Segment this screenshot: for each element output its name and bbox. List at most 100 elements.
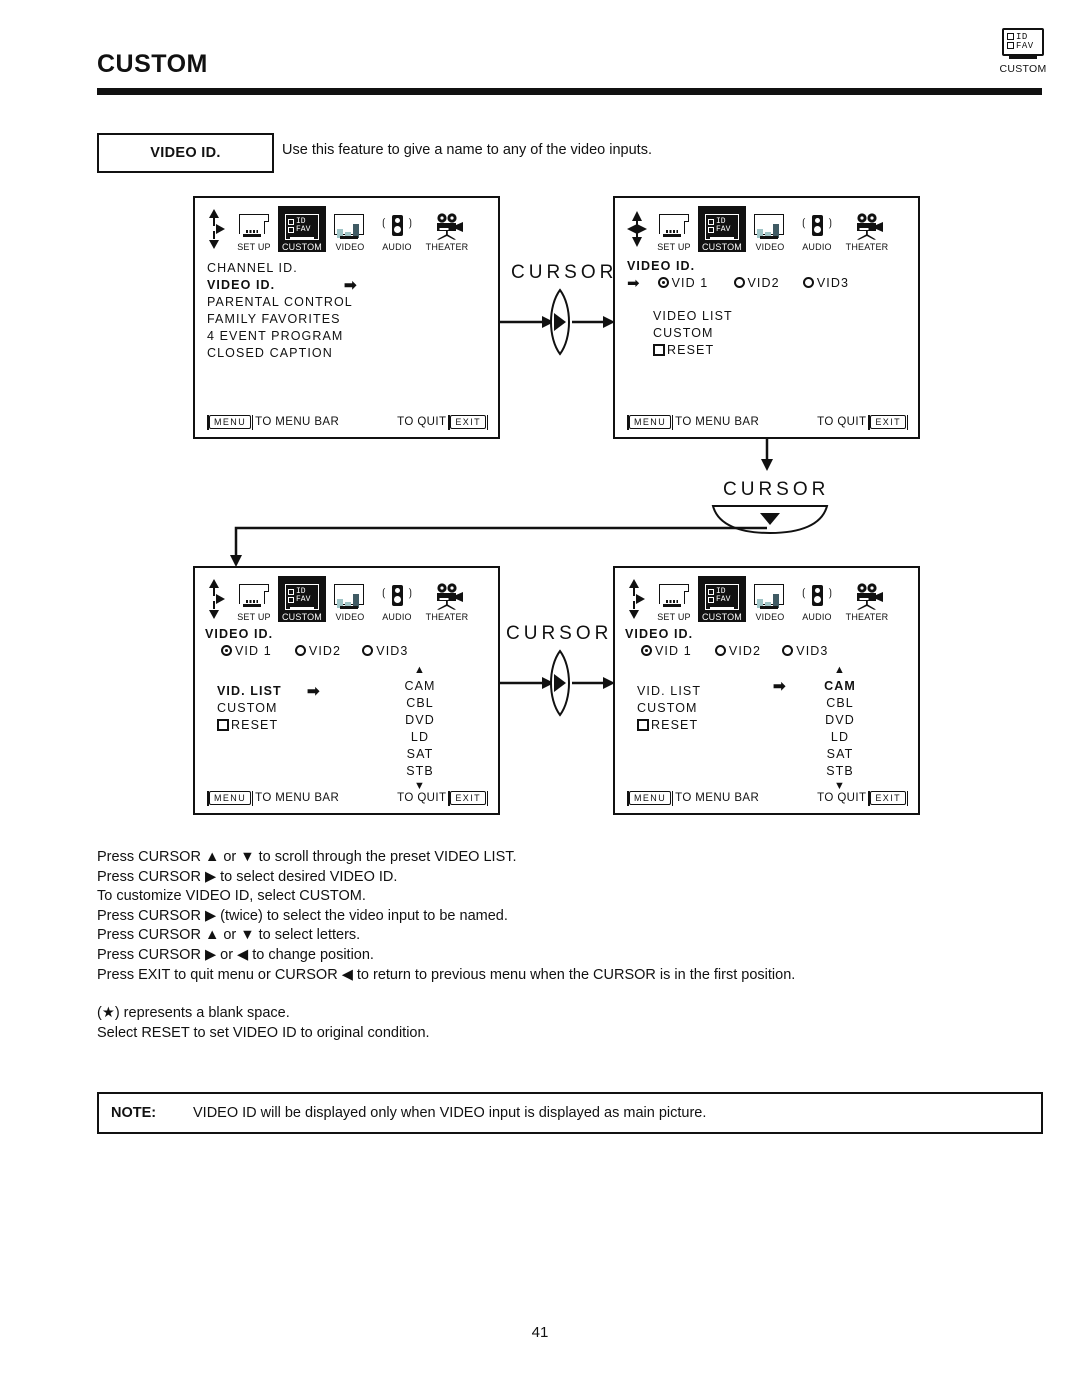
menu-list-item-parental-control[interactable]: PARENTAL CONTROL [207, 294, 353, 311]
menu-key-button[interactable]: MENU [626, 414, 674, 430]
menu-key-button[interactable]: MENU [206, 414, 254, 430]
video-list-item-sat[interactable]: SAT [815, 746, 865, 763]
radio-vid1[interactable] [657, 277, 669, 288]
video-list-item-cam[interactable]: CAM [395, 678, 445, 695]
menu-item-custom[interactable]: ID FAV CUSTOM [698, 206, 746, 252]
menu-item-audio[interactable]: ⟮ ⟯ AUDIO [794, 576, 840, 622]
feature-label: VIDEO ID. [150, 145, 221, 161]
video-input-vid3[interactable]: VID3 [782, 644, 828, 658]
right-arrow-icon: ➡ [773, 678, 787, 695]
right-arrow-icon: ➡ [627, 275, 641, 292]
menu-item-audio[interactable]: ⟮ ⟯ AUDIO [374, 206, 420, 252]
exit-key-button[interactable]: EXIT [868, 414, 908, 430]
menu-list-item-video-id-label: VIDEO ID. [207, 278, 276, 292]
radio-vid2[interactable] [733, 277, 745, 288]
option-reset[interactable]: RESET [637, 717, 701, 734]
video-input-row[interactable]: ➡ VID 1 VID2 VID3 [627, 275, 849, 292]
video-id-options[interactable]: VIDEO LIST CUSTOM RESET [653, 308, 733, 359]
exit-key-button[interactable]: EXIT [868, 790, 908, 806]
menu-bar[interactable]: SET UP ID FAV CUSTOM VIDEO ⟮ ⟯ AUDIO THE… [650, 576, 894, 622]
exit-key-button[interactable]: EXIT [448, 414, 488, 430]
video-input-vid1[interactable]: VID 1 [641, 644, 692, 658]
menu-item-custom[interactable]: ID FAV CUSTOM [278, 576, 326, 622]
video-list-item-dvd[interactable]: DVD [395, 712, 445, 729]
menu-list-item-family-favorites[interactable]: FAMILY FAVORITES [207, 311, 353, 328]
video-input-vid2[interactable]: VID2 [733, 276, 780, 290]
video-input-vid2[interactable]: VID2 [294, 644, 341, 658]
video-list-scroller[interactable]: ▲ ➡ CAM CBL DVD LD SAT STB ▼ [773, 664, 865, 794]
menu-list-item-4-event-program[interactable]: 4 EVENT PROGRAM [207, 328, 353, 345]
menu-item-setup[interactable]: SET UP [650, 576, 698, 622]
video-input-vid3[interactable]: VID3 [802, 276, 849, 290]
video-input-vid3[interactable]: VID3 [362, 644, 408, 658]
menu-item-video[interactable]: VIDEO [746, 206, 794, 252]
video-list-item-sat[interactable]: SAT [395, 746, 445, 763]
menu-item-video[interactable]: VIDEO [326, 206, 374, 252]
osd-panel-video-id-select: SET UP ID FAV CUSTOM VIDEO ⟮ ⟯ AUDIO THE… [613, 196, 920, 439]
video-list-scroller[interactable]: ▲ CAM CBL DVD LD SAT STB ▼ [395, 664, 445, 794]
radio-vid1[interactable] [641, 645, 652, 656]
video-list-item-dvd[interactable]: DVD [815, 712, 865, 729]
up-triangle-icon[interactable]: ▲ [395, 664, 445, 678]
radio-vid3[interactable] [362, 645, 374, 656]
video-input-row[interactable]: VID 1 VID2 VID3 [625, 643, 828, 660]
exit-key-button[interactable]: EXIT [448, 790, 488, 806]
menu-item-audio[interactable]: ⟮ ⟯ AUDIO [794, 206, 840, 252]
video-list-item-ld[interactable]: LD [815, 729, 865, 746]
radio-vid1[interactable] [221, 645, 232, 656]
video-list-item-cam[interactable]: ➡ CAM [773, 678, 865, 695]
video-list-item-cbl[interactable]: CBL [395, 695, 445, 712]
video-input-vid1[interactable]: VID 1 [221, 644, 272, 658]
menu-item-custom[interactable]: ID FAV CUSTOM [698, 576, 746, 622]
corner-badge-label: CUSTOM [999, 63, 1047, 75]
option-custom[interactable]: CUSTOM [637, 700, 701, 717]
menu-item-audio[interactable]: ⟮ ⟯ AUDIO [374, 576, 420, 622]
video-input-vid1[interactable]: VID 1 [657, 276, 709, 290]
custom-menu-list[interactable]: CHANNEL ID. VIDEO ID. ➡ PARENTAL CONTROL… [207, 260, 357, 362]
video-list-item-stb[interactable]: STB [815, 763, 865, 780]
menu-item-theater[interactable]: THEATER [420, 206, 474, 252]
menu-item-setup[interactable]: SET UP [230, 206, 278, 252]
menu-item-setup-label: SET UP [237, 612, 271, 622]
menu-item-theater[interactable]: THEATER [840, 206, 894, 252]
option-custom[interactable]: CUSTOM [653, 325, 733, 342]
option-reset[interactable]: RESET [217, 717, 282, 734]
menu-list-item-video-id[interactable]: VIDEO ID. ➡ [207, 277, 357, 294]
menu-item-theater[interactable]: THEATER [840, 576, 894, 622]
menu-key-button[interactable]: MENU [206, 790, 254, 806]
menu-footer-text: TO MENU BAR [675, 792, 760, 804]
menu-list-item-closed-caption[interactable]: CLOSED CAPTION [207, 345, 353, 362]
option-video-list[interactable]: VIDEO LIST [653, 308, 733, 325]
up-triangle-icon[interactable]: ▲ [815, 664, 865, 678]
video-id-options[interactable]: VID. LIST CUSTOM RESET [637, 683, 701, 734]
menu-bar[interactable]: SET UP ID FAV CUSTOM VIDEO ⟮ ⟯ AUDIO THE… [230, 576, 474, 622]
video-list-item-stb[interactable]: STB [395, 763, 445, 780]
menu-item-video[interactable]: VIDEO [326, 576, 374, 622]
reset-checkbox[interactable] [653, 344, 665, 356]
radio-vid2[interactable] [294, 645, 306, 656]
menu-item-theater[interactable]: THEATER [420, 576, 474, 622]
radio-vid2[interactable] [714, 645, 726, 656]
video-input-row[interactable]: VID 1 VID2 VID3 [205, 643, 408, 660]
video-input-vid3-label: VID3 [796, 644, 829, 658]
menu-item-setup[interactable]: SET UP [230, 576, 278, 622]
radio-vid3[interactable] [802, 277, 814, 288]
option-reset[interactable]: RESET [653, 342, 733, 359]
video-list-item-ld[interactable]: LD [395, 729, 445, 746]
reset-checkbox[interactable] [637, 719, 649, 731]
radio-vid3[interactable] [782, 645, 794, 656]
reset-checkbox[interactable] [217, 719, 229, 731]
menu-item-setup[interactable]: SET UP [650, 206, 698, 252]
menu-bar[interactable]: SET UP ID FAV CUSTOM VIDEO ⟮ ⟯ AUDIO THE… [650, 206, 894, 252]
video-list-item-cbl[interactable]: CBL [815, 695, 865, 712]
menu-item-custom[interactable]: ID FAV CUSTOM [278, 206, 326, 252]
video-id-options[interactable]: VID. LIST ➡ CUSTOM RESET [217, 683, 320, 734]
option-vid-list[interactable]: VID. LIST ➡ [217, 683, 320, 700]
menu-item-video[interactable]: VIDEO [746, 576, 794, 622]
option-custom[interactable]: CUSTOM [217, 700, 282, 717]
menu-list-item-channel-id[interactable]: CHANNEL ID. [207, 260, 353, 277]
menu-key-button[interactable]: MENU [626, 790, 674, 806]
menu-bar[interactable]: SET UP ID FAV CUSTOM VIDEO ⟮ ⟯ AUDIO THE… [230, 206, 474, 252]
option-vid-list[interactable]: VID. LIST [637, 683, 701, 700]
video-input-vid2[interactable]: VID2 [714, 644, 761, 658]
